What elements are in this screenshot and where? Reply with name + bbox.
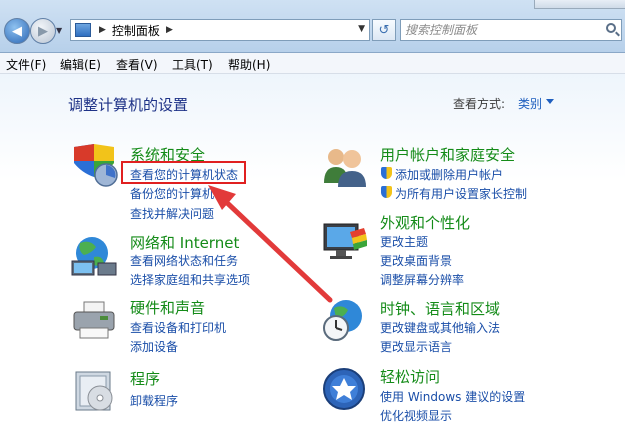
annotation-arrow — [208, 185, 333, 303]
